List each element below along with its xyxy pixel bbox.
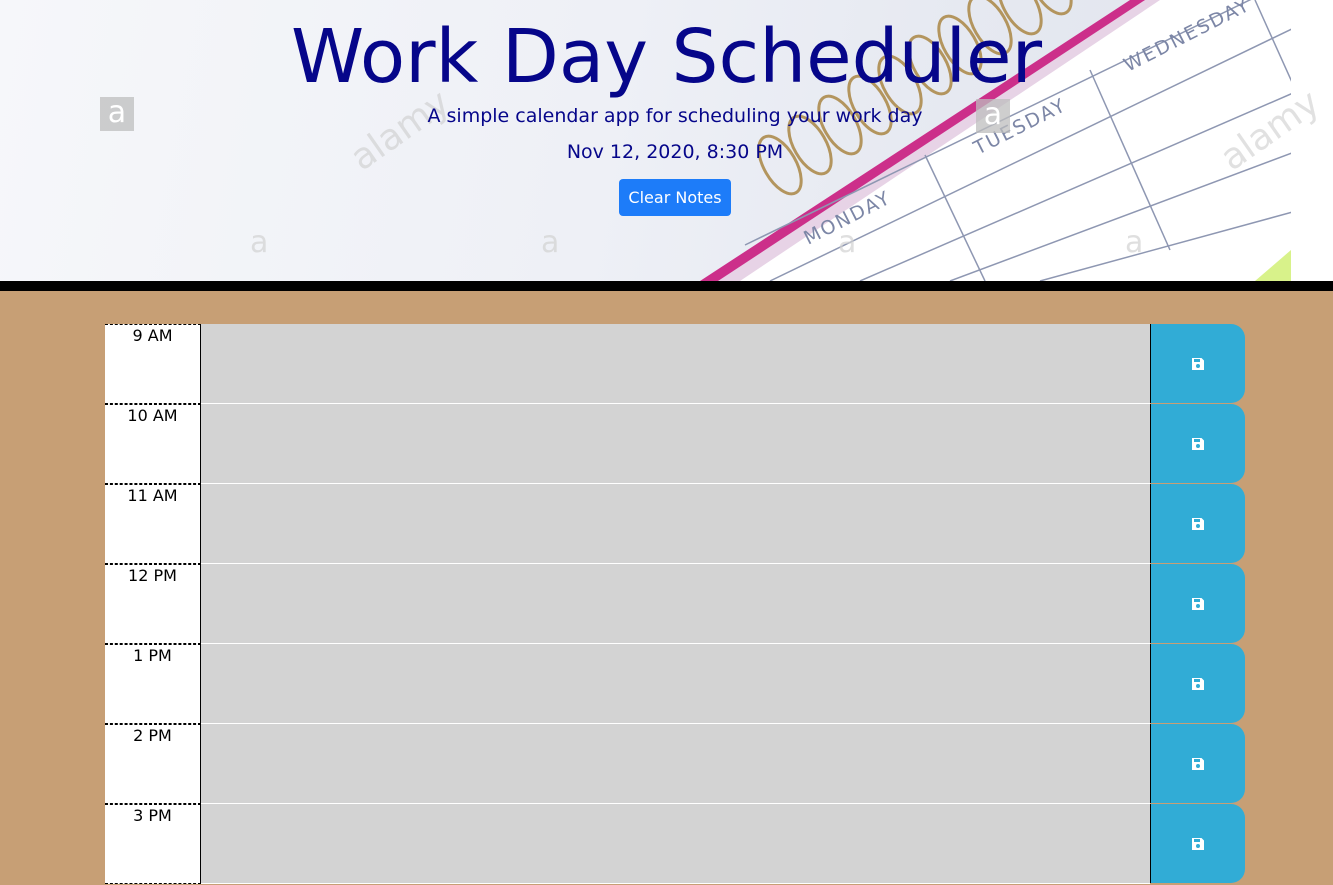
note-textarea[interactable]	[201, 404, 1150, 484]
page-subtitle: A simple calendar app for scheduling you…	[427, 105, 923, 127]
time-block-row: 1 PM	[105, 644, 1245, 724]
hour-label: 12 PM	[105, 564, 201, 644]
save-button[interactable]	[1150, 564, 1245, 643]
floppy-disk-icon	[1192, 837, 1204, 850]
save-button[interactable]	[1150, 324, 1245, 403]
note-textarea[interactable]	[201, 484, 1150, 564]
save-button[interactable]	[1150, 644, 1245, 723]
watermark-glyph-icon: a	[838, 225, 857, 260]
time-block-row: 2 PM	[105, 724, 1245, 804]
watermark-glyph-icon: a	[1125, 225, 1144, 260]
jumbotron-header: MONDAY TUESDAY WEDNESDAY a a alamy alamy…	[0, 0, 1333, 281]
time-block-row: 9 AM	[105, 324, 1245, 404]
hour-label: 11 AM	[105, 484, 201, 564]
time-block-row: 12 PM	[105, 564, 1245, 644]
hour-label: 3 PM	[105, 804, 201, 884]
floppy-disk-icon	[1192, 517, 1204, 530]
header-divider	[0, 281, 1333, 291]
time-block-row: 10 AM	[105, 404, 1245, 484]
hour-label: 2 PM	[105, 724, 201, 804]
save-button[interactable]	[1150, 484, 1245, 563]
floppy-disk-icon	[1192, 757, 1204, 770]
floppy-disk-icon	[1192, 597, 1204, 610]
time-block-row: 3 PM	[105, 804, 1245, 884]
page-title: Work Day Scheduler	[290, 14, 1043, 100]
time-block-row: 11 AM	[105, 484, 1245, 564]
note-textarea[interactable]	[201, 804, 1150, 884]
floppy-disk-icon	[1192, 437, 1204, 450]
hour-label: 1 PM	[105, 644, 201, 724]
watermark-glyph-icon: a	[250, 225, 269, 260]
floppy-disk-icon	[1192, 357, 1204, 370]
floppy-disk-icon	[1192, 677, 1204, 690]
clear-notes-button[interactable]: Clear Notes	[619, 179, 731, 216]
note-textarea[interactable]	[201, 644, 1150, 724]
note-textarea[interactable]	[201, 324, 1150, 404]
note-textarea[interactable]	[201, 564, 1150, 644]
save-button[interactable]	[1150, 804, 1245, 883]
hour-label: 9 AM	[105, 324, 201, 404]
note-textarea[interactable]	[201, 724, 1150, 804]
watermark-glyph-icon: a	[541, 225, 560, 260]
save-button[interactable]	[1150, 724, 1245, 803]
save-button[interactable]	[1150, 404, 1245, 483]
current-date: Nov 12, 2020, 8:30 PM	[566, 141, 784, 163]
time-block-list: 9 AM 10 AM 11 AM 12 PM 1 PM 2 PM 3 PM	[105, 324, 1245, 884]
hour-label: 10 AM	[105, 404, 201, 484]
